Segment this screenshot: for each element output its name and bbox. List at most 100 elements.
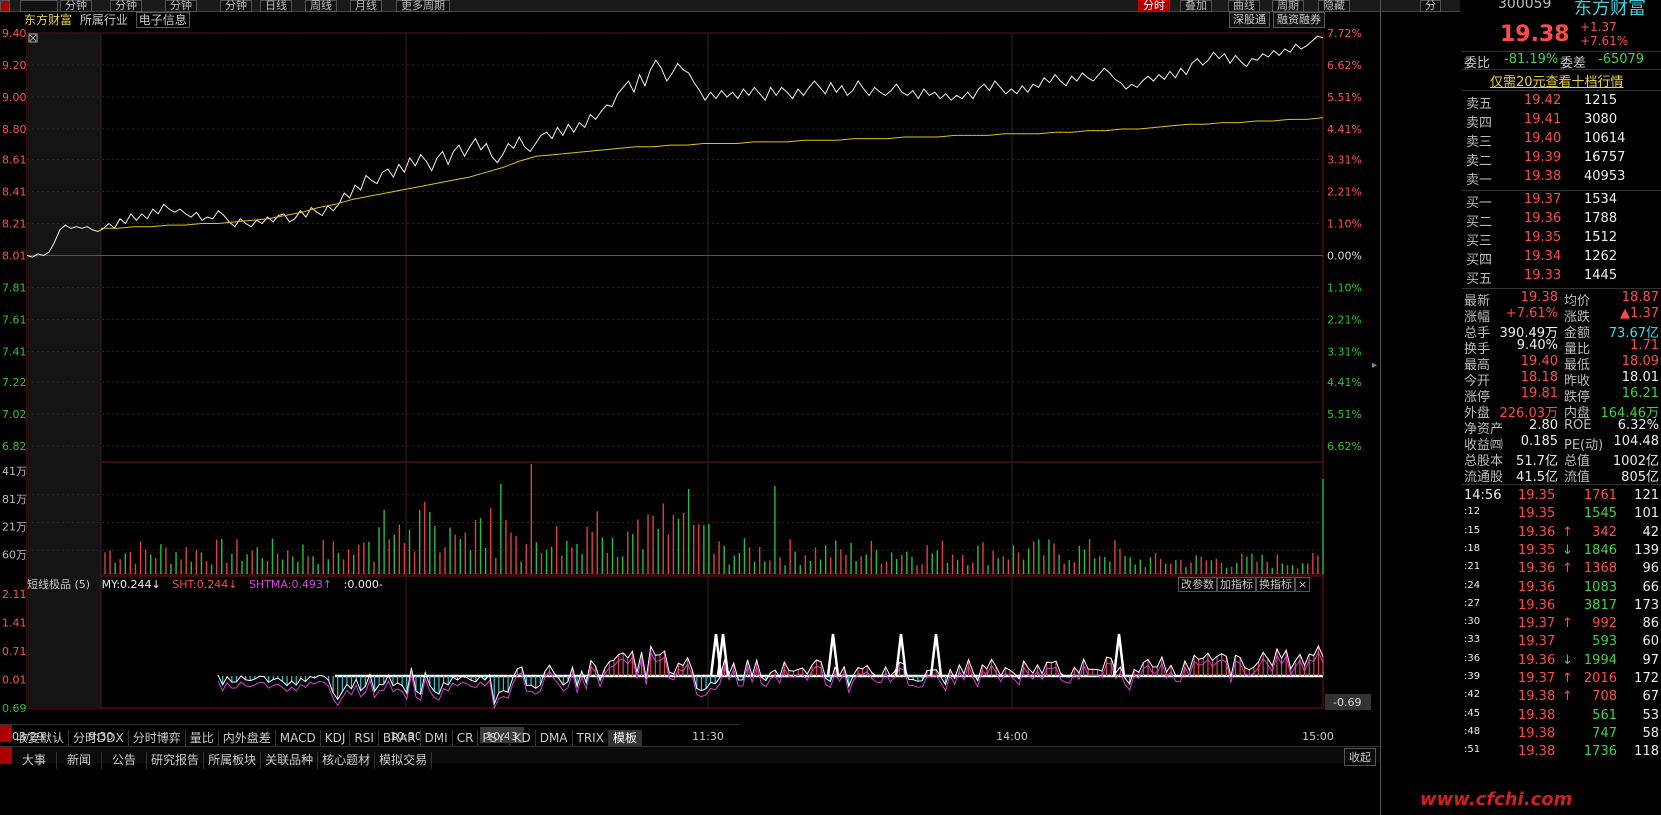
tab-related[interactable]: 关联品种 bbox=[261, 752, 319, 769]
tab-indicator-3[interactable]: 量比 bbox=[186, 730, 219, 747]
tab-60min[interactable]: 分钟 bbox=[220, 0, 252, 12]
tab-day[interactable]: 日线 bbox=[260, 0, 292, 12]
tab-indicator-6[interactable]: KDJ bbox=[321, 730, 351, 747]
tab-week[interactable]: 周线 bbox=[305, 0, 337, 12]
tick-volume: 2016 bbox=[1583, 671, 1617, 686]
tick-price: 19.38 bbox=[1518, 689, 1556, 705]
ask-row[interactable]: 卖四 19.41 3080 bbox=[1462, 112, 1661, 131]
period-selector[interactable] bbox=[0, 0, 10, 12]
panel-toggle-icon[interactable]: ▸ bbox=[1372, 360, 1380, 374]
tab-indicator-template[interactable]: 模板 bbox=[608, 730, 642, 747]
tick-volume: 1368 bbox=[1583, 561, 1617, 577]
tab-indicator-0[interactable]: 收复默认 bbox=[12, 730, 70, 747]
tick-arrow-icon: ↑ bbox=[1562, 616, 1573, 632]
stat-value: ▲1.37 bbox=[1620, 306, 1659, 321]
tab-indicator-2[interactable]: 分时博弈 bbox=[129, 730, 186, 747]
indicator-spike bbox=[894, 633, 908, 677]
tab-indicator-9[interactable]: DMI bbox=[421, 730, 453, 747]
margin-trading-button[interactable]: 融资融券 bbox=[1273, 12, 1325, 28]
indicator-name[interactable]: 短线极品 (5) bbox=[27, 578, 90, 591]
cycle-button[interactable]: 周期 bbox=[1272, 0, 1304, 12]
tab-themes[interactable]: 核心题材 bbox=[318, 752, 376, 769]
tab-indicator-1[interactable]: 分时DDX bbox=[69, 730, 129, 747]
tab-indicator-11[interactable]: PSY bbox=[478, 730, 510, 747]
tick-time: :18 bbox=[1464, 542, 1481, 554]
bid-row[interactable]: 买四 19.34 1262 bbox=[1462, 249, 1661, 268]
promo-link[interactable]: 仅需20元查看十档行情 bbox=[1490, 71, 1624, 90]
hide-button[interactable]: 隐藏 bbox=[1318, 0, 1350, 12]
swap-indicator-button[interactable]: 换指标 bbox=[1256, 577, 1295, 592]
bid-label: 买三 bbox=[1466, 234, 1493, 249]
tab-1min[interactable] bbox=[20, 0, 58, 12]
tab-indicator-13[interactable]: DMA bbox=[536, 730, 573, 747]
price-tick-label: 7.81 bbox=[2, 282, 27, 295]
tick-price: 19.36 bbox=[1518, 652, 1556, 668]
tab-indicator-10[interactable]: CR bbox=[453, 730, 479, 747]
ask-row[interactable]: 卖二 19.39 16757 bbox=[1462, 150, 1661, 169]
intraday-chart[interactable]: 9.40 7.72% 9.20 6.62% 9.00 5.51% 8.80 4.41% 8.61… bbox=[0, 28, 1380, 758]
pct-tick-label: 6.62% bbox=[1327, 59, 1362, 72]
stat-row: 涨停 19.81 跌停 16.21 bbox=[1462, 386, 1661, 405]
tab-indicator-7[interactable]: RSI bbox=[350, 730, 379, 747]
tab-15min[interactable]: 分钟 bbox=[110, 0, 142, 12]
overlay-button[interactable]: 叠加 bbox=[1180, 0, 1212, 12]
collapse-button[interactable]: 收起 bbox=[1344, 748, 1376, 766]
pct-tick-label: 6.62% bbox=[1327, 440, 1362, 453]
ask-price: 19.40 bbox=[1524, 131, 1562, 146]
add-indicator-button[interactable]: 加指标 bbox=[1217, 577, 1256, 592]
tab-simulated-trading[interactable]: 模拟交易 bbox=[375, 752, 433, 769]
industry-link[interactable]: 所属行业 bbox=[80, 13, 128, 27]
time-tick-label: 14:00 bbox=[996, 730, 1028, 743]
tab-sectors[interactable]: 所属板块 bbox=[204, 752, 262, 769]
tab-indicator-8[interactable]: BRAR bbox=[379, 730, 421, 747]
stat-value: 104.48 bbox=[1613, 434, 1660, 449]
tab-announcements[interactable]: 公告 bbox=[102, 752, 148, 769]
stock-title: 东方财富 bbox=[24, 13, 73, 27]
tab-30min[interactable]: 分钟 bbox=[165, 0, 197, 12]
bid-row[interactable]: 买五 19.33 1445 bbox=[1462, 268, 1661, 287]
tab-research[interactable]: 研究报告 bbox=[147, 752, 205, 769]
shenzhen-connect-button[interactable]: 深股通 bbox=[1229, 12, 1270, 28]
tab-more-periods[interactable]: 更多周期 bbox=[396, 0, 450, 12]
stock-code: 300059 bbox=[1498, 0, 1552, 12]
ask-row[interactable]: 卖一 19.38 40953 bbox=[1462, 169, 1661, 188]
tick-row: :33 19.37 593 60 bbox=[1462, 634, 1661, 652]
tab-indicator-4[interactable]: 内外盘差 bbox=[219, 730, 276, 747]
ask-row[interactable]: 卖三 19.40 10614 bbox=[1462, 131, 1661, 150]
change-params-button[interactable]: 改参数 bbox=[1178, 577, 1217, 592]
tick-count: 139 bbox=[1634, 542, 1659, 558]
pct-tick-label: 1.10% bbox=[1327, 282, 1362, 295]
ask-row[interactable]: 卖五 19.42 1215 bbox=[1462, 93, 1661, 112]
tick-row: :12 19.35 1545 101 bbox=[1462, 506, 1661, 524]
stat-value: 6.32% bbox=[1617, 418, 1659, 433]
tab-timeshare[interactable]: 分时 bbox=[1138, 0, 1170, 12]
tab-indicator-5[interactable]: MACD bbox=[276, 730, 321, 747]
legend-zero: :0.000- bbox=[343, 578, 383, 591]
tab-news[interactable]: 新闻 bbox=[57, 752, 103, 769]
tab-events[interactable]: 大事 bbox=[12, 752, 58, 769]
sector-link[interactable]: 电子信息 bbox=[135, 12, 190, 28]
legend-sht: SHT:0.244↓ bbox=[172, 578, 238, 591]
tab-indicator-14[interactable]: TRIX bbox=[573, 730, 609, 747]
tick-arrow-icon: ↑ bbox=[1562, 671, 1573, 686]
bid-row[interactable]: 买一 19.37 1534 bbox=[1462, 192, 1661, 211]
close-indicator-icon[interactable]: × bbox=[1295, 577, 1311, 592]
bid-label: 买一 bbox=[1466, 196, 1493, 211]
bid-row[interactable]: 买三 19.35 1512 bbox=[1462, 230, 1661, 249]
stat-value: 16.21 bbox=[1621, 386, 1659, 401]
tick-count: 42 bbox=[1642, 524, 1659, 540]
split-button[interactable]: 分 bbox=[1420, 0, 1441, 12]
tick-time: :27 bbox=[1464, 597, 1481, 609]
tick-volume: 593 bbox=[1592, 634, 1617, 650]
stat-label: ROE bbox=[1564, 418, 1592, 433]
tick-count: 97 bbox=[1642, 652, 1659, 668]
tab-month[interactable]: 月线 bbox=[350, 0, 382, 12]
tab-indicator-12[interactable]: KD bbox=[510, 730, 536, 747]
stat-row: 收益㈣ 0.185 PE(动) 104.48 bbox=[1462, 434, 1661, 453]
tab-5min[interactable]: 分钟 bbox=[60, 0, 92, 12]
ask-label: 卖四 bbox=[1466, 116, 1493, 131]
curve-button[interactable]: 曲线 bbox=[1228, 0, 1260, 12]
tick-row: :36 19.36 ↓ 1994 97 bbox=[1462, 653, 1661, 671]
bid-row[interactable]: 买二 19.36 1788 bbox=[1462, 211, 1661, 230]
stat-row: 今开 18.18 昨收 18.01 bbox=[1462, 370, 1661, 389]
